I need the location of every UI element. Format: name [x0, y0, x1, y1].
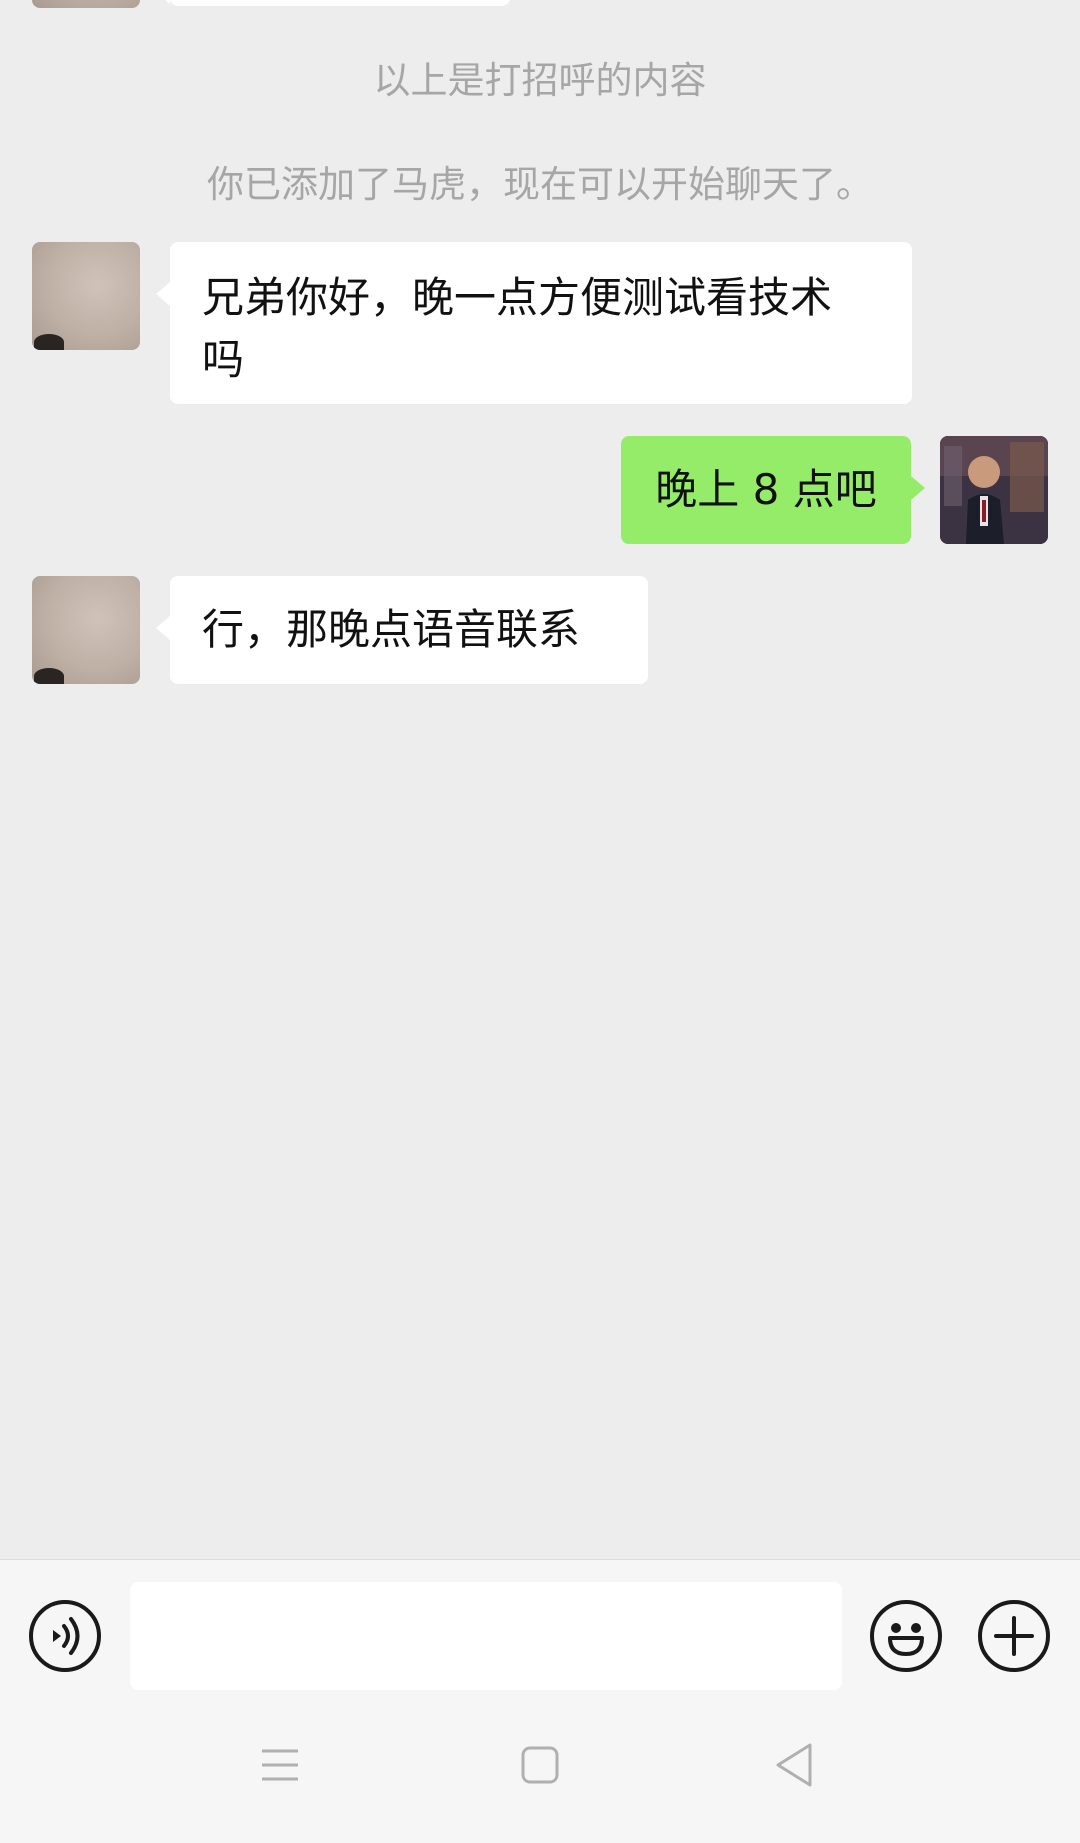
home-icon[interactable]: [518, 1743, 562, 1787]
my-avatar[interactable]: [940, 436, 1048, 544]
message-text-line: 吗: [202, 335, 245, 384]
add-button[interactable]: [978, 1600, 1050, 1672]
message-bubble-received[interactable]: 行，那晚点语音联系: [156, 576, 648, 684]
message-bubble-received[interactable]: 兄弟你好，晚一点方便测试看技术 吗: [156, 242, 912, 404]
avatar-shadow: [34, 668, 64, 684]
chat-screen: 以上是打招呼的内容 你已添加了马虎，现在可以开始聊天了。 兄弟你好，晚一点方便测…: [0, 0, 1080, 1843]
menu-icon[interactable]: [258, 1743, 302, 1787]
voice-icon: [53, 1617, 80, 1655]
my-avatar-image: [940, 436, 1048, 544]
contact-avatar[interactable]: [32, 576, 140, 684]
chat-input-bar: [0, 1559, 1080, 1694]
system-navigation-bar: [0, 1693, 1080, 1843]
friend-added-notice: 你已添加了马虎，现在可以开始聊天了。: [207, 163, 873, 206]
emoji-icon: [888, 1623, 924, 1656]
message-bubble-sent[interactable]: 晚上 8 点吧: [621, 436, 925, 544]
chat-message-list[interactable]: 以上是打招呼的内容 你已添加了马虎，现在可以开始聊天了。 兄弟你好，晚一点方便测…: [0, 0, 1080, 1559]
contact-avatar[interactable]: [32, 0, 140, 8]
voice-button[interactable]: [29, 1600, 101, 1672]
emoji-button[interactable]: [870, 1600, 942, 1672]
back-icon[interactable]: [770, 1741, 818, 1789]
message-input[interactable]: [130, 1582, 842, 1690]
greeting-notice: 以上是打招呼的内容: [373, 59, 707, 102]
contact-avatar[interactable]: [32, 242, 140, 350]
plus-icon: [994, 1616, 1034, 1656]
previous-message-bubble[interactable]: [156, 0, 510, 6]
message-text: 晚上 8 点吧: [655, 465, 877, 514]
message-text-line: 兄弟你好，晚一点方便测试看技术: [202, 273, 833, 322]
avatar-shadow: [34, 334, 64, 350]
message-text: 行，那晚点语音联系: [202, 605, 581, 654]
